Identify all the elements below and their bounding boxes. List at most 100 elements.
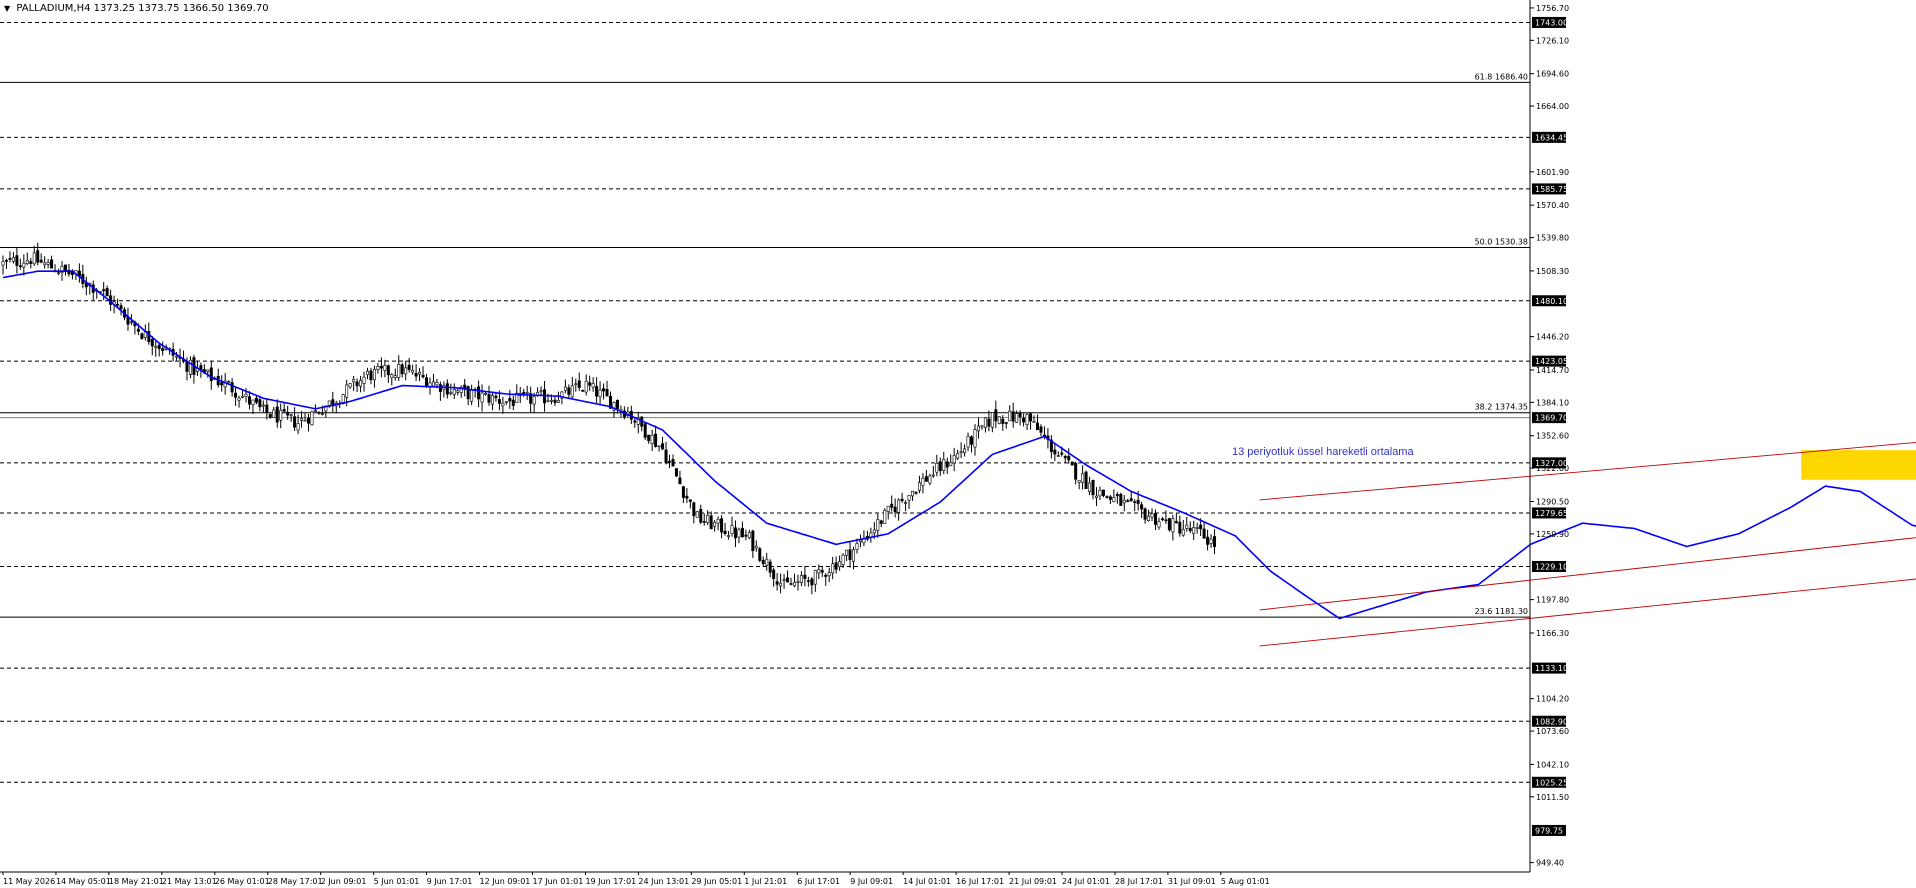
candle-body (970, 436, 974, 445)
level-label: 1229.10 (1535, 562, 1568, 571)
candle-body (605, 389, 609, 397)
price-chart[interactable]: 61.8 1686.40 50.0 1530.38 38.2 1374.35 23.6… (0, 0, 1916, 888)
candle-body (425, 377, 429, 388)
candle-body (1004, 422, 1008, 424)
candle-body (827, 572, 831, 577)
candle-body (789, 583, 793, 585)
fib-level-label: 23.6 1181.30 (1475, 607, 1528, 616)
candle-body (615, 400, 619, 410)
candle-body (810, 578, 814, 586)
time-tick-label: 31 Jul 09:01 (1168, 877, 1216, 886)
candle-body (234, 392, 238, 398)
resistance-zone (1801, 450, 1916, 480)
candle-body (477, 386, 481, 400)
candle-body (733, 527, 737, 539)
candle-body (1122, 499, 1126, 504)
candle-body (1195, 527, 1199, 529)
trend-channel (1259, 442, 1916, 647)
candle-body (591, 383, 595, 388)
level-label: 1480.10 (1535, 297, 1568, 306)
candle-body (924, 476, 928, 482)
candle-body (306, 417, 310, 424)
candle-body (1074, 462, 1078, 480)
yellow-resistance-rect (1801, 450, 1916, 480)
candle-body (914, 491, 918, 494)
candle-body (761, 559, 765, 565)
candle-body (768, 561, 772, 573)
candle-body (643, 423, 647, 438)
candle-body (230, 382, 234, 393)
candle-body (1008, 410, 1012, 422)
time-tick-label: 29 Jun 05:01 (691, 877, 742, 886)
price-tick-label: 1259.90 (1536, 530, 1569, 539)
level-label: 1082.90 (1535, 717, 1568, 726)
candle-body (272, 409, 276, 418)
candle-body (1070, 461, 1074, 466)
candle-body (362, 376, 366, 384)
candle-body (1095, 495, 1099, 499)
candle-body (876, 519, 880, 531)
candle-body (584, 380, 588, 393)
candle-body (706, 515, 710, 523)
candle-body (685, 495, 689, 499)
time-tick-label: 16 Jul 17:01 (956, 877, 1004, 886)
candle-body (897, 499, 901, 513)
candle-body (286, 411, 290, 416)
level-label: 1369.70 (1535, 414, 1568, 423)
candle-body (633, 420, 637, 423)
time-tick-label: 2 Jun 09:01 (321, 877, 367, 886)
candle-body (317, 411, 321, 414)
candle-body (976, 425, 980, 432)
candle-body (931, 474, 935, 477)
candle-body (1029, 413, 1033, 422)
candle-body (1060, 452, 1064, 455)
candle-body (25, 260, 29, 264)
candle-body (136, 328, 140, 332)
candle-body (418, 371, 422, 375)
candle-body (657, 445, 661, 448)
time-tick-label: 11 May 2026 (3, 877, 55, 886)
candle-body (1115, 494, 1119, 497)
candle-body (29, 261, 33, 264)
candle-body (227, 381, 231, 383)
candle-body (1056, 455, 1060, 457)
candle-body (556, 400, 560, 403)
candle-body (320, 413, 324, 415)
candle-body (1136, 499, 1140, 504)
candle-body (688, 499, 692, 502)
time-tick-label: 9 Jun 17:01 (427, 877, 473, 886)
candle-body (359, 380, 363, 387)
candle-body (355, 381, 359, 387)
candle-body (265, 404, 269, 413)
time-tick-label: 5 Jun 01:01 (374, 877, 420, 886)
candle-body (678, 477, 682, 485)
annotations: 13 periyotluk üssel hareketli ortalama (1232, 446, 1414, 458)
candle-body (890, 503, 894, 508)
candle-body (661, 443, 665, 450)
candle-body (796, 581, 800, 583)
candle-body (209, 367, 213, 382)
candle-body (247, 396, 251, 405)
price-tick-label: 1042.10 (1536, 760, 1569, 769)
candle-body (730, 525, 734, 534)
candle-body (1140, 504, 1144, 510)
candle-body (1063, 456, 1067, 459)
candle-body (456, 390, 460, 393)
candle-body (907, 494, 911, 501)
candle-body (365, 370, 369, 376)
candle-body (872, 529, 876, 534)
candle-body (279, 409, 283, 421)
candle-body (664, 449, 668, 463)
candle-body (140, 333, 144, 339)
candle-body (716, 518, 720, 524)
candle-body (1178, 521, 1182, 534)
candle-body (154, 346, 158, 348)
level-label: 1133.10 (1535, 664, 1568, 673)
candle-body (820, 570, 824, 573)
candle-body (1112, 497, 1116, 503)
fibonacci-levels: 61.8 1686.40 50.0 1530.38 38.2 1374.35 23.6… (0, 72, 1530, 618)
candle-body (119, 305, 123, 310)
candle-body (1167, 518, 1171, 531)
candle-body (1084, 471, 1088, 489)
time-tick-label: 14 May 05:01 (56, 877, 111, 886)
